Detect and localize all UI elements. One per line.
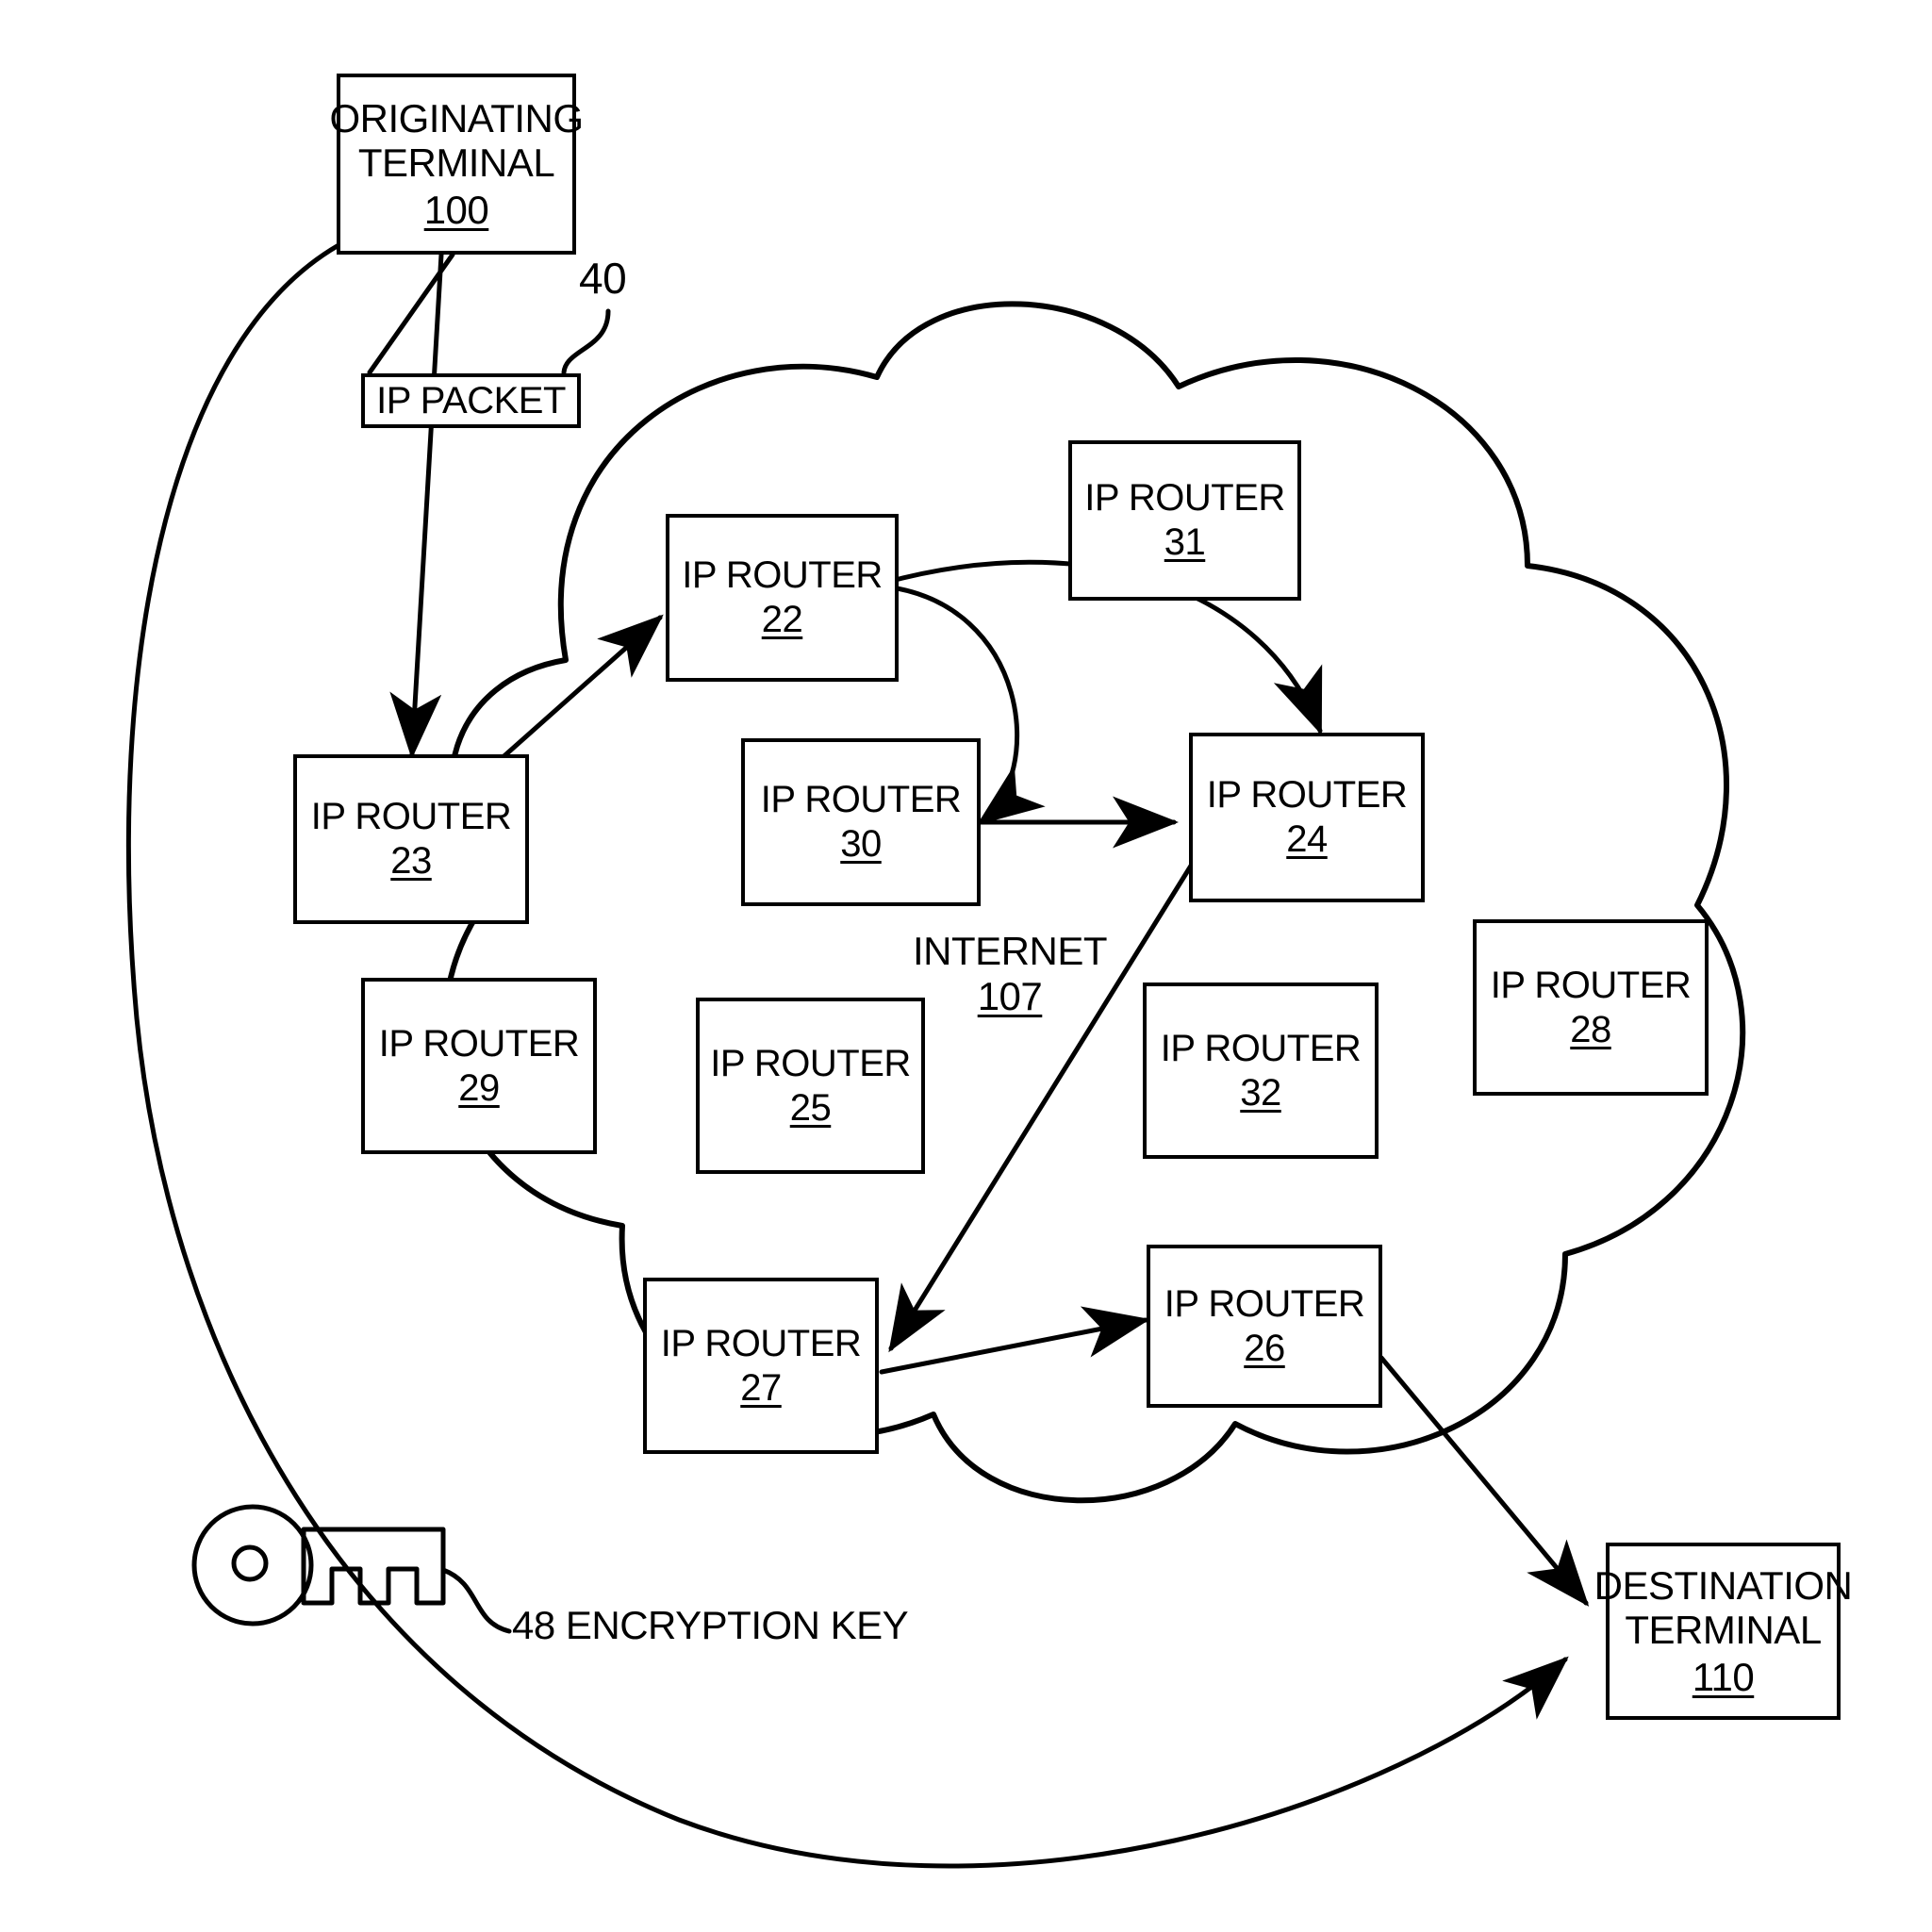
- router-30-label: IP ROUTER: [760, 779, 962, 821]
- router-24[interactable]: IP ROUTER 24: [1189, 733, 1425, 902]
- ip-packet-label: IP PACKET: [376, 379, 566, 421]
- router-26-label: IP ROUTER: [1164, 1282, 1365, 1325]
- router-31-ref: 31: [1164, 521, 1206, 563]
- destination-terminal-line1: DESTINATION: [1593, 1563, 1853, 1609]
- router-31[interactable]: IP ROUTER 31: [1068, 440, 1301, 601]
- router-28-label: IP ROUTER: [1490, 964, 1692, 1006]
- router-27-ref: 27: [740, 1366, 782, 1409]
- router-28[interactable]: IP ROUTER 28: [1473, 919, 1709, 1096]
- router-29[interactable]: IP ROUTER 29: [361, 978, 597, 1154]
- ip-packet-box[interactable]: IP PACKET: [361, 373, 581, 428]
- ref-numeral-40-text: 40: [579, 254, 627, 303]
- router-24-ref: 24: [1286, 818, 1328, 860]
- arrow-router26-to-destination: [1379, 1355, 1590, 1607]
- router-32-label: IP ROUTER: [1160, 1027, 1362, 1069]
- leader-key-to-label: [440, 1567, 512, 1634]
- arrow-router27-to-router26: [879, 1306, 1150, 1375]
- router-27-label: IP ROUTER: [660, 1322, 862, 1364]
- callout-leader-40: [561, 308, 611, 375]
- originating-terminal[interactable]: ORIGINATING TERMINAL 100: [329, 74, 584, 255]
- router-23-ref: 23: [390, 840, 432, 882]
- router-25-ref: 25: [789, 1086, 832, 1129]
- destination-terminal-ref: 110: [1692, 1654, 1755, 1699]
- router-25-label: IP ROUTER: [710, 1042, 911, 1084]
- router-26[interactable]: IP ROUTER 26: [1147, 1245, 1382, 1408]
- router-31-label: IP ROUTER: [1084, 477, 1285, 520]
- router-22-ref: 22: [761, 599, 803, 640]
- internet-label-text: INTERNET: [913, 929, 1108, 973]
- encryption-key-label-text: 48 ENCRYPTION KEY: [512, 1603, 909, 1647]
- internet-ref-text: 107: [977, 974, 1043, 1018]
- router-30-ref: 30: [840, 823, 882, 865]
- router-25[interactable]: IP ROUTER 25: [696, 998, 925, 1174]
- originating-terminal-line1: ORIGINATING: [329, 96, 584, 141]
- router-23[interactable]: IP ROUTER 23: [293, 754, 529, 924]
- encryption-key-label: 48 ENCRYPTION KEY: [512, 1603, 909, 1648]
- router-29-ref: 29: [458, 1066, 500, 1109]
- router-30[interactable]: IP ROUTER 30: [741, 738, 981, 906]
- router-26-ref: 26: [1244, 1327, 1285, 1369]
- router-29-label: IP ROUTER: [378, 1022, 580, 1065]
- internet-cloud-label: INTERNET 107: [913, 929, 1108, 1019]
- originating-terminal-ref: 100: [423, 187, 489, 232]
- destination-terminal[interactable]: DESTINATION TERMINAL 110: [1594, 1543, 1853, 1720]
- router-32-ref: 32: [1240, 1071, 1281, 1114]
- patent-figure: ORIGINATING TERMINAL 100 IP PACKET 40 IP…: [0, 0, 1932, 1932]
- destination-terminal-line2: TERMINAL: [1625, 1608, 1822, 1653]
- router-32[interactable]: IP ROUTER 32: [1143, 983, 1379, 1159]
- originating-terminal-line2: TERMINAL: [357, 140, 555, 186]
- router-28-ref: 28: [1570, 1008, 1611, 1050]
- router-22[interactable]: IP ROUTER 22: [666, 514, 899, 682]
- router-23-label: IP ROUTER: [310, 796, 512, 838]
- router-22-label: IP ROUTER: [682, 554, 883, 597]
- ref-numeral-40: 40: [579, 253, 627, 304]
- encryption-key-icon: [191, 1504, 446, 1627]
- router-27[interactable]: IP ROUTER 27: [643, 1278, 879, 1454]
- router-24-label: IP ROUTER: [1206, 774, 1408, 817]
- arrow-packet-to-router23: [389, 252, 444, 759]
